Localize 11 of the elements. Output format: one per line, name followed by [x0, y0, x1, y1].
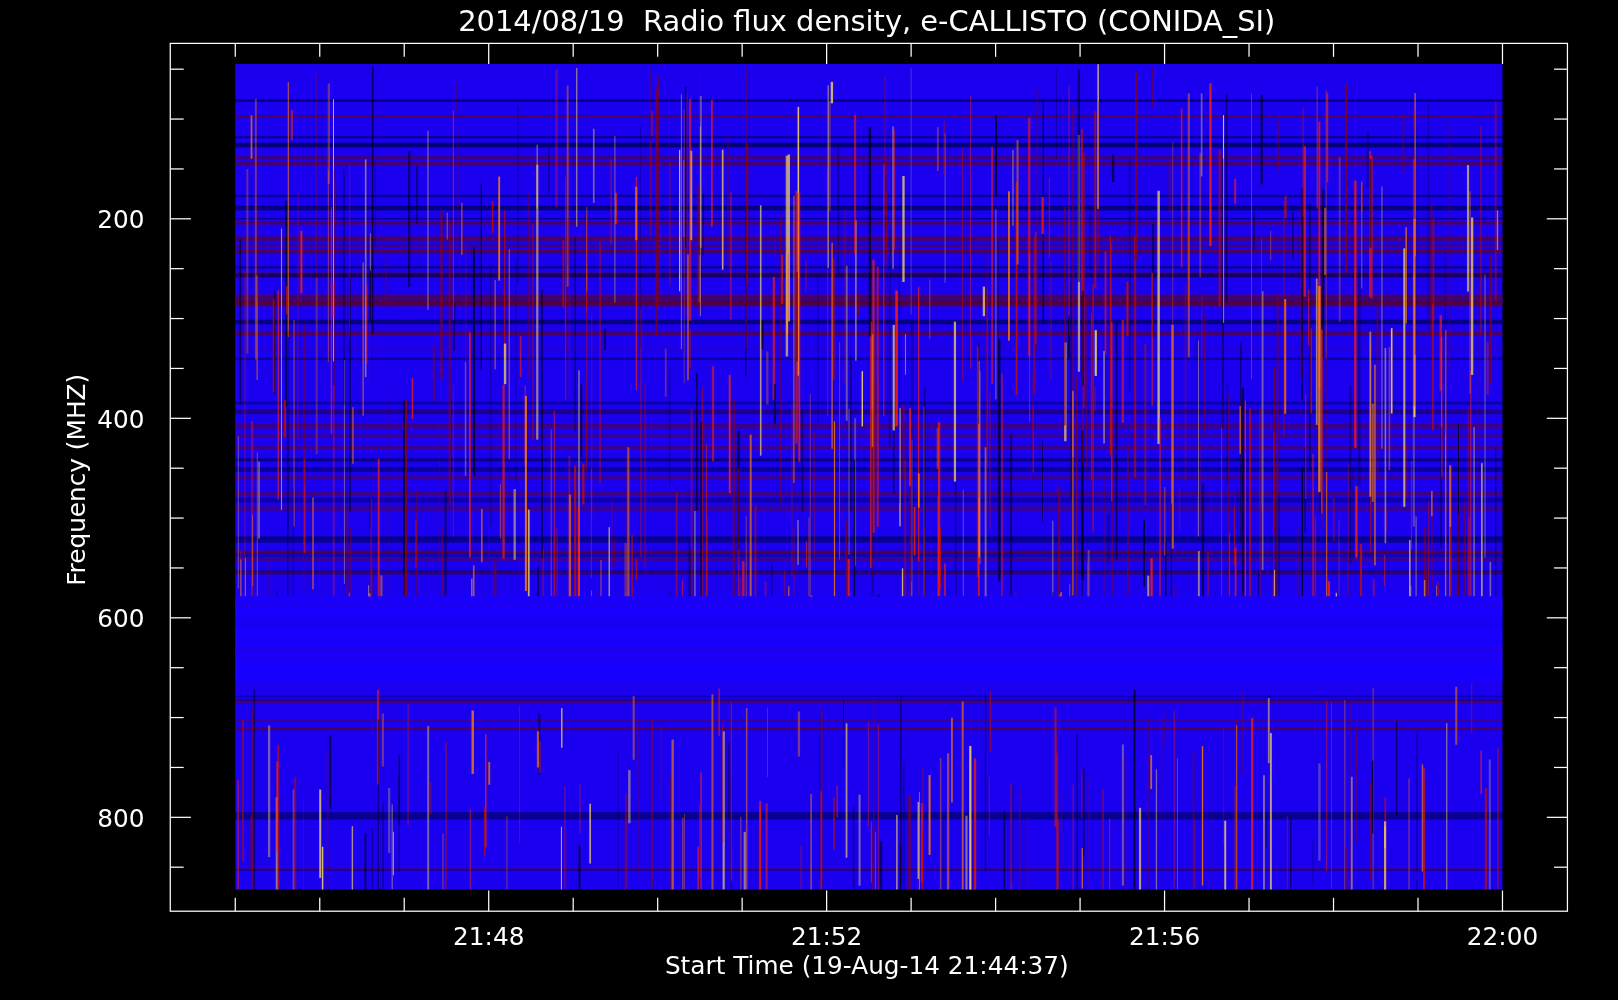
axis-tick-label: 600 [97, 604, 145, 634]
x-axis-label: Start Time (19-Aug-14 21:44:37) [664, 951, 1069, 981]
axis-tick-label: 400 [97, 404, 145, 434]
axis-tick-label: 21:48 [453, 922, 525, 952]
axis-tick-label: 800 [97, 803, 145, 833]
axis-tick-label: 22:00 [1466, 922, 1539, 952]
chart-title: 2014/08/19 Radio flux density, e-CALLISTO (CONIDA_SI) [458, 4, 1276, 38]
axis-tick-label: 21:56 [1128, 922, 1201, 952]
axis-tick-label: 200 [97, 205, 145, 235]
axis-tick-label: 21:52 [790, 922, 863, 952]
y-axis-label: Frequency (MHZ) [61, 373, 91, 586]
